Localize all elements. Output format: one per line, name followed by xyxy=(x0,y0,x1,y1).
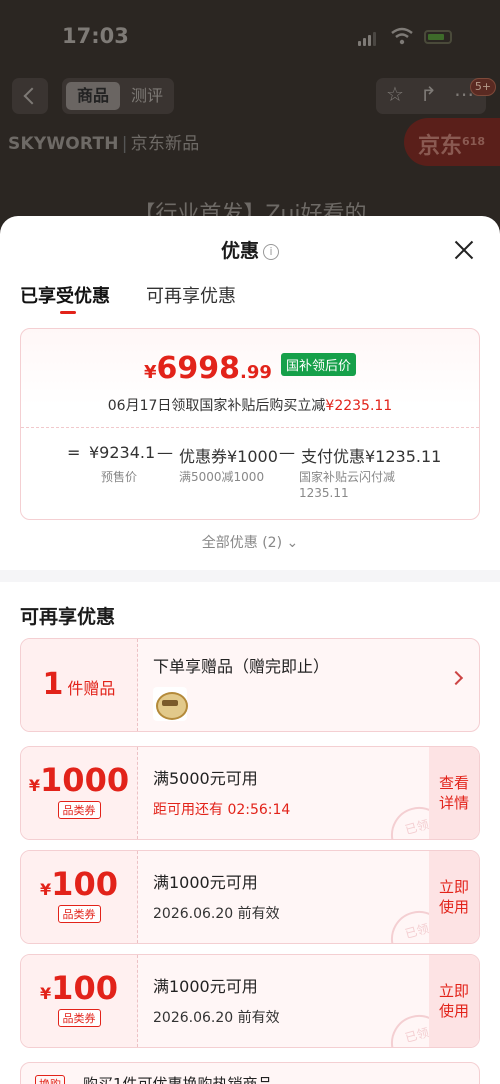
final-price: ¥6998.99 xyxy=(143,351,272,386)
gift-count: 1 xyxy=(42,667,64,702)
divider xyxy=(21,427,479,428)
status-bar: 17:03 xyxy=(0,22,500,52)
background-page: 17:03 商品 测评 ☆ ↱ ⋯ 5+ SKYWORTH | 京东新品 京东618… xyxy=(0,0,500,240)
all-offers-toggle[interactable]: 全部优惠 (2) ⌄ xyxy=(0,532,500,552)
battery-icon xyxy=(424,30,452,44)
category-coupon-tag: 品类券 xyxy=(57,905,101,923)
tab-review[interactable]: 测评 xyxy=(124,82,170,110)
coupon-card: ¥100 品类券 满1000元可用 2026.06.20 前有效 已领 立即 使用 xyxy=(20,954,480,1048)
minus-sign: — xyxy=(279,443,295,462)
sheet-title: 优惠 i xyxy=(0,236,500,263)
use-now-button[interactable]: 立即 使用 xyxy=(429,955,479,1047)
sheet-title-text: 优惠 xyxy=(220,240,259,262)
share-icon[interactable]: ↱ xyxy=(420,82,437,106)
gift-title: 下单享赠品（赠完即止） xyxy=(153,657,330,676)
chevron-right-icon[interactable] xyxy=(448,670,464,686)
gift-count-block: 1 件赠品 xyxy=(21,639,138,731)
tab-enjoyed-offers[interactable]: 已享受优惠 xyxy=(20,282,110,314)
coupon-amount: ¥100 xyxy=(40,969,118,1007)
back-button[interactable] xyxy=(12,78,48,114)
gift-offer[interactable]: 1 件赠品 下单享赠品（赠完即止） xyxy=(20,638,480,732)
message-badge: 5+ xyxy=(470,78,496,96)
gift-unit: 件赠品 xyxy=(67,679,116,698)
jd-618-tag: 京东618 xyxy=(404,118,500,166)
price-summary-card: ¥6998.99 国补领后价 06月17日领取国家补贴后购买立减¥2235.11… xyxy=(20,328,480,520)
jd-tag-text: 京东 xyxy=(418,134,463,159)
swap-text: 购买1件可优惠换购热销商品 xyxy=(83,1075,273,1084)
coupon-condition: 满5000元可用 xyxy=(153,769,258,788)
close-icon[interactable] xyxy=(452,238,476,262)
payment-discount: 支付优惠¥1235.11 xyxy=(301,447,442,466)
coupon-expiry: 2026.06.20 前有效 xyxy=(153,906,280,922)
presale-label: 预售价 xyxy=(101,470,138,484)
payment-label: 国家补贴云闪付减 1235.11 xyxy=(299,470,396,500)
subsidy-price-tag: 国补领后价 xyxy=(281,353,357,376)
tab-more-offers[interactable]: 可再享优惠 xyxy=(146,282,236,308)
coupon-label: 满5000减1000 xyxy=(179,470,265,484)
category-coupon-tag: 品类券 xyxy=(57,801,101,819)
coupon-card: ¥1000 品类券 满5000元可用 距可用还有 02:56:14 已领 查看详… xyxy=(20,746,480,840)
gift-thumbnail[interactable] xyxy=(153,687,188,721)
coupon-expiry: 2026.06.20 前有效 xyxy=(153,1010,280,1026)
product-tabs: 商品 测评 xyxy=(62,78,174,114)
category-coupon-tag: 品类券 xyxy=(57,1009,101,1027)
equals-sign: = xyxy=(67,443,81,462)
wifi-icon xyxy=(391,27,413,45)
coupon-condition: 满1000元可用 xyxy=(153,977,258,996)
presale-price: ¥9234.1 xyxy=(89,443,156,462)
signal-icon xyxy=(358,32,378,46)
coupon-amount: ¥100 xyxy=(40,865,118,903)
tab-product[interactable]: 商品 xyxy=(66,82,120,110)
brand-logo: SKYWORTH | 京东新品 xyxy=(8,134,200,154)
coupon-card: ¥100 品类券 满1000元可用 2026.06.20 前有效 已领 立即 使用 xyxy=(20,850,480,944)
subsidy-text: 06月17日领取国家补贴后购买立减¥2235.11 xyxy=(107,398,393,414)
section-title: 可再享优惠 xyxy=(20,606,116,628)
use-now-button[interactable]: 立即 使用 xyxy=(429,851,479,943)
coupon-discount: 优惠券¥1000 xyxy=(179,447,278,466)
status-time: 17:03 xyxy=(62,24,129,48)
swap-tag: 换购 xyxy=(35,1075,65,1084)
brand-sub: 京东新品 xyxy=(130,134,200,154)
coupon-condition: 满1000元可用 xyxy=(153,873,258,892)
jd-tag-sub: 618 xyxy=(462,135,485,148)
swap-offer[interactable]: 换购 购买1件可优惠换购热销商品 xyxy=(20,1062,480,1084)
coupon-amount: ¥1000 xyxy=(28,761,130,799)
brand-name: SKYWORTH xyxy=(8,134,119,154)
coupon-countdown: 距可用还有 02:56:14 xyxy=(153,802,291,818)
section-divider xyxy=(0,570,500,582)
star-icon[interactable]: ☆ xyxy=(386,82,404,106)
offers-sheet: 优惠 i 已享受优惠 可再享优惠 ¥6998.99 国补领后价 06月17日领取国… xyxy=(0,216,500,1084)
subsidy-amount: ¥2235.11 xyxy=(325,398,393,414)
final-price-row: ¥6998.99 国补领后价 xyxy=(21,351,479,386)
info-icon[interactable]: i xyxy=(263,244,279,260)
minus-sign: — xyxy=(157,443,173,462)
view-details-button[interactable]: 查看 详情 xyxy=(429,747,479,839)
